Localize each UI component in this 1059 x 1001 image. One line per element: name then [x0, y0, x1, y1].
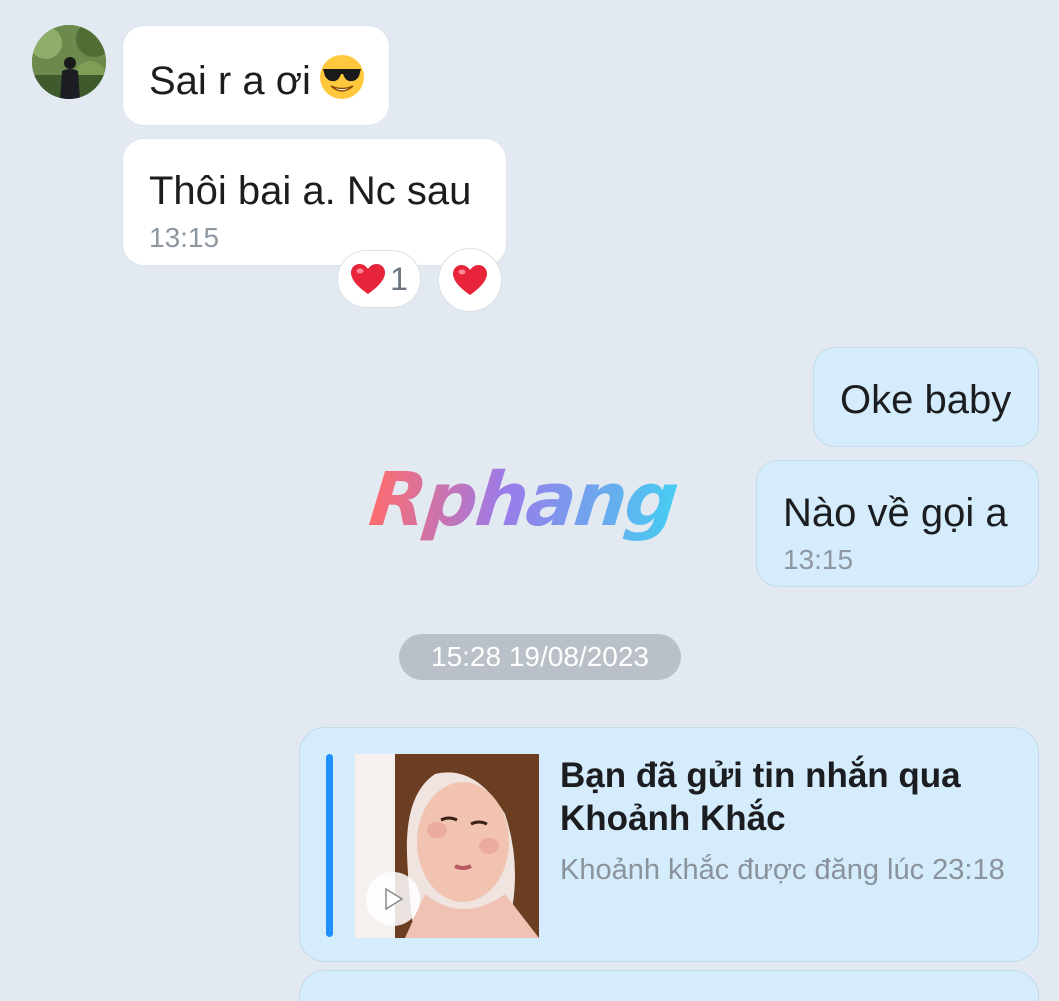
chat-area: Sai r a ơi Thôi bai a. Nc sau 13:15 1 Ok… — [0, 0, 1059, 1001]
message-bubble-outgoing[interactable]: Nào về gọi a 13:15 — [756, 460, 1039, 587]
message-text: Nào về gọi a — [783, 491, 1008, 535]
date-separator: 15:28 19/08/2023 — [399, 634, 681, 680]
message-bubble-incoming[interactable]: Thôi bai a. Nc sau 13:15 — [122, 138, 507, 266]
reaction-count: 1 — [390, 260, 408, 297]
quote-accent-bar — [326, 754, 333, 937]
message-bubble-incoming[interactable]: Sai r a ơi — [122, 25, 390, 126]
sunglasses-emoji-icon — [319, 54, 365, 111]
message-time: 13:15 — [783, 544, 854, 575]
play-icon[interactable] — [366, 872, 420, 926]
message-bubble-outgoing[interactable] — [299, 970, 1039, 1001]
moment-card-title: Bạn đã gửi tin nhắn qua Khoảnh Khắc — [560, 756, 961, 838]
message-time: 13:15 — [149, 222, 220, 253]
watermark-logo: Rphang — [365, 457, 695, 543]
react-heart-button[interactable] — [438, 248, 502, 312]
reaction-summary[interactable]: 1 — [337, 250, 421, 308]
contact-avatar[interactable] — [32, 25, 106, 99]
message-text: Oke baby — [840, 378, 1012, 422]
message-text: Thôi bai a. Nc sau — [149, 169, 472, 213]
message-text: Sai r a ơi — [149, 59, 311, 103]
message-bubble-outgoing[interactable]: Oke baby — [813, 347, 1039, 447]
heart-icon — [351, 264, 386, 294]
heart-icon — [453, 265, 487, 295]
moment-message-card[interactable]: Bạn đã gửi tin nhắn qua Khoảnh Khắc Khoả… — [299, 727, 1039, 962]
moment-card-subtitle: Khoảnh khắc được đăng lúc 23:18 — [560, 854, 1005, 886]
